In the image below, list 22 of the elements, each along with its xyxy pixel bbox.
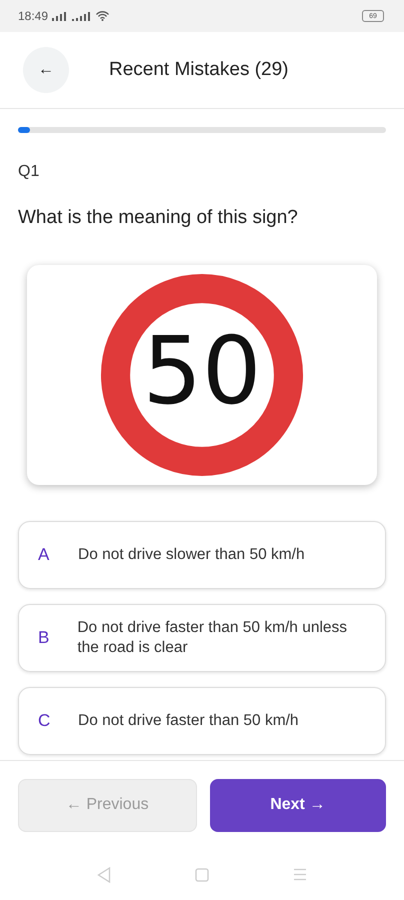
signal-icon [72,12,92,20]
home-icon[interactable] [195,868,209,882]
option-text: Do not drive slower than 50 km/h [78,545,305,565]
option-text: Do not drive faster than 50 km/h unless the road is clear [77,618,348,658]
question-text: What is the meaning of this sign? [18,207,299,229]
option-letter: C [38,711,50,731]
page-title: Recent Mistakes (29) [109,59,289,81]
option-letter: B [38,628,50,648]
status-time: 18:49 [18,9,48,23]
speed-limit-sign: 50 [100,273,304,477]
back-button[interactable]: ← [23,47,69,93]
answer-option[interactable]: A Do not drive slower than 50 km/h [18,521,386,589]
answer-option[interactable]: C Do not drive faster than 50 km/h [18,687,386,755]
menu-icon[interactable] [293,868,307,881]
wifi-icon [96,11,110,21]
back-icon[interactable] [97,866,111,882]
next-button[interactable]: Next → [210,778,386,832]
option-text: Do not drive faster than 50 km/h [78,711,299,731]
signal-icon [52,12,68,20]
question-number: Q1 [18,163,40,181]
option-letter: A [38,545,50,565]
answer-option[interactable]: B Do not drive faster than 50 km/h unless the road is clear [18,604,386,672]
